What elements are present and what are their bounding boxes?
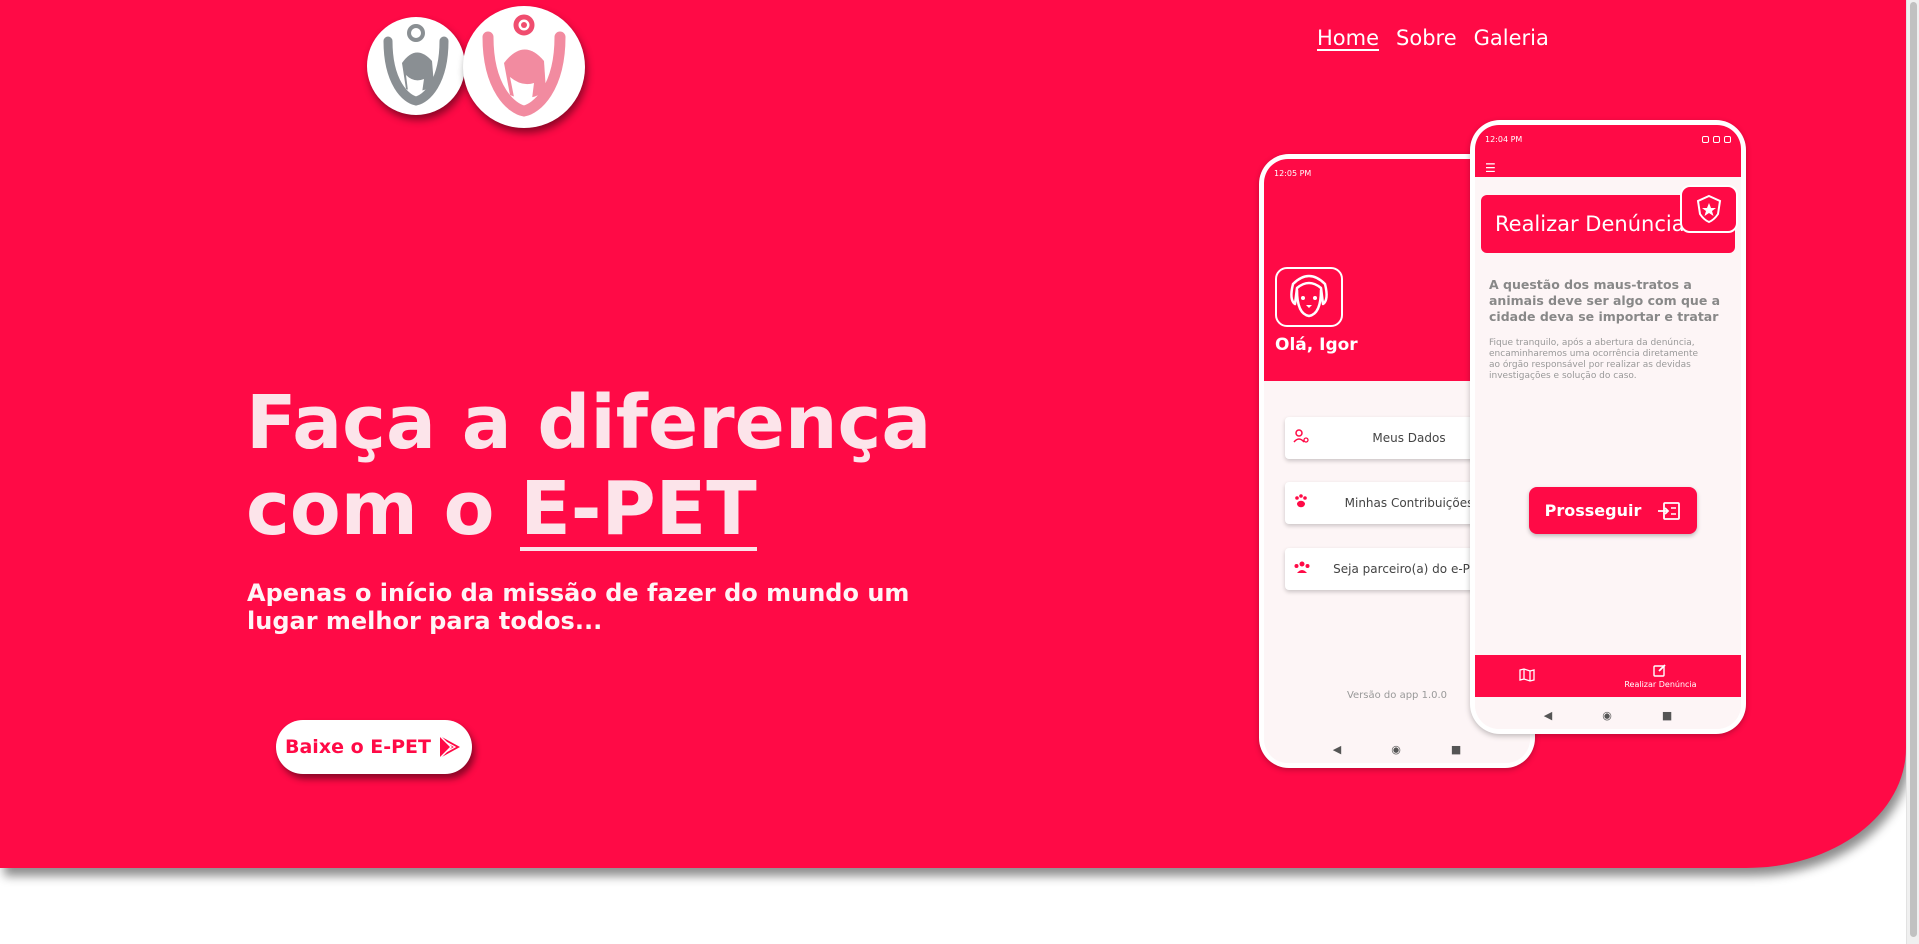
logo-pink-badge[interactable] [463, 6, 585, 128]
dog-stethoscope-pink-icon [482, 14, 566, 117]
phone-mockup-report: 12:04 PM ☰ Realizar Denúncia A questão d… [1470, 120, 1746, 734]
edit-report-icon [1653, 664, 1667, 677]
nav-galeria-link[interactable]: Galeria [1474, 26, 1549, 50]
status-time: 12:04 PM [1485, 134, 1523, 144]
headline-brand: E-PET [520, 466, 757, 552]
hero-subtitle: Apenas o início da missão de fazer do mu… [247, 579, 910, 635]
phone-report-screen: 12:04 PM ☰ Realizar Denúncia A questão d… [1475, 125, 1741, 729]
map-icon [1519, 667, 1536, 682]
android-nav-bar: ◀ ◉ ■ [1475, 701, 1741, 729]
user-greeting: Olá, Igor [1275, 335, 1358, 355]
dog-stethoscope-grey-icon [383, 24, 449, 106]
report-body: Fique tranquilo, após a abertura da denú… [1489, 338, 1699, 381]
recents-icon[interactable]: ■ [1662, 709, 1672, 722]
download-button-label: Baixe o E-PET [285, 736, 431, 758]
hero-section: Home Sobre Galeria Faça a diferença com … [0, 0, 1906, 868]
nav-sobre-link[interactable]: Sobre [1396, 26, 1457, 50]
download-button[interactable]: Baixe o E-PET [276, 720, 472, 774]
dog-avatar-icon [1275, 267, 1343, 327]
headline-prefix: com o [246, 466, 495, 552]
proceed-button[interactable]: Prosseguir [1529, 487, 1697, 534]
main-nav: Home Sobre Galeria [1317, 26, 1549, 50]
police-badge-icon [1680, 185, 1738, 233]
form-arrow-icon [1658, 501, 1681, 520]
status-icons [1702, 135, 1731, 143]
logo-grey-badge[interactable] [367, 17, 465, 115]
nav-home-link[interactable]: Home [1317, 26, 1379, 50]
recents-icon[interactable]: ■ [1451, 743, 1461, 756]
page-scrollbar[interactable] [1906, 0, 1919, 944]
hamburger-menu-icon[interactable]: ☰ [1485, 161, 1496, 175]
back-icon[interactable]: ◀ [1544, 709, 1552, 722]
hero-headline: Faça a diferença com o E-PET [246, 380, 931, 552]
scrollbar-thumb[interactable] [1910, 2, 1917, 937]
group-icon [1293, 559, 1313, 579]
report-title: Realizar Denúncia [1495, 212, 1685, 236]
tab-map[interactable] [1519, 667, 1536, 685]
tab-report[interactable]: Realizar Denúncia [1624, 663, 1697, 689]
play-store-icon [439, 735, 460, 759]
status-time: 12:05 PM [1274, 168, 1312, 178]
status-bar: 12:04 PM [1475, 125, 1741, 153]
tab-report-label: Realizar Denúncia [1624, 680, 1697, 689]
back-icon[interactable]: ◀ [1333, 743, 1341, 756]
home-icon[interactable]: ◉ [1602, 709, 1612, 722]
home-icon[interactable]: ◉ [1391, 743, 1401, 756]
proceed-button-label: Prosseguir [1544, 501, 1642, 520]
headline-line1: Faça a diferença [246, 380, 932, 466]
report-topbar: 12:04 PM ☰ [1475, 125, 1741, 177]
android-nav-bar: ◀ ◉ ■ [1264, 735, 1530, 763]
user-settings-icon [1293, 428, 1313, 448]
report-heading: A questão dos maus-tratos a animais deve… [1489, 277, 1721, 324]
report-bottom-nav: Realizar Denúncia [1475, 655, 1741, 697]
paw-icon [1293, 493, 1313, 513]
